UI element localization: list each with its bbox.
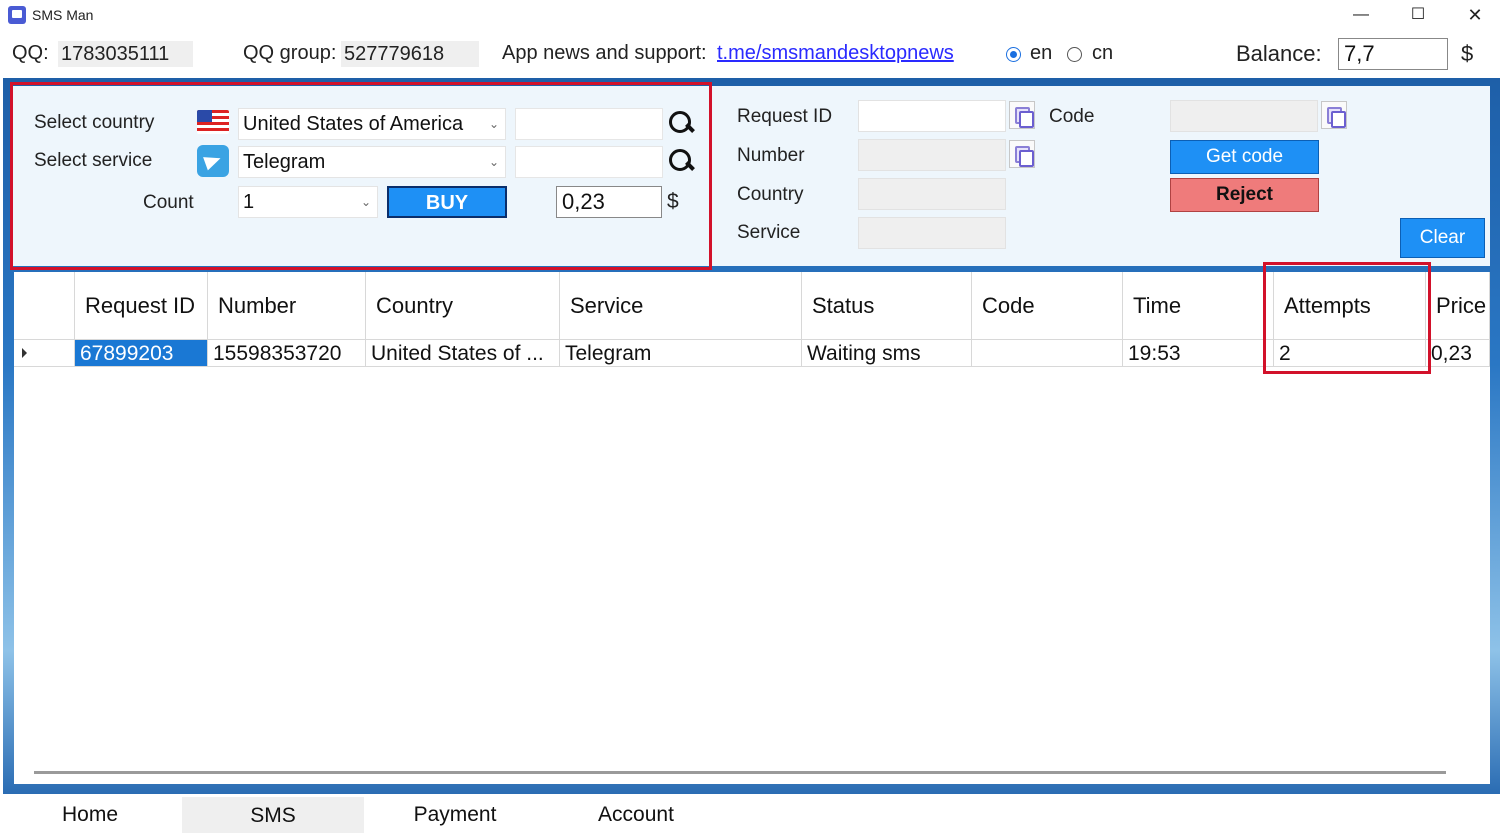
row-header-column xyxy=(14,272,75,340)
column-header-service[interactable]: Service xyxy=(560,272,802,340)
cell-time[interactable]: 19:53 xyxy=(1123,340,1274,367)
app-icon xyxy=(8,6,26,24)
request-id-label: Request ID xyxy=(737,106,833,127)
maximize-button[interactable]: ☐ xyxy=(1395,2,1441,28)
horizontal-scrollbar[interactable] xyxy=(34,771,1446,774)
close-button[interactable]: ✕ xyxy=(1452,2,1498,28)
lang-cn-radio[interactable] xyxy=(1067,47,1082,62)
balance-currency: $ xyxy=(1461,41,1474,66)
lang-en-radio[interactable] xyxy=(1006,47,1021,62)
tab-home[interactable]: Home xyxy=(0,796,180,833)
column-header-number[interactable]: Number xyxy=(208,272,366,340)
lang-cn-label[interactable]: cn xyxy=(1092,42,1113,65)
country-field xyxy=(858,178,1006,210)
balance-field: 7,7 xyxy=(1338,38,1448,70)
highlight-attempts-column xyxy=(1263,262,1431,374)
get-code-button[interactable]: Get code xyxy=(1170,140,1319,174)
news-link[interactable]: t.me/smsmandesktopnews xyxy=(717,42,954,65)
tab-account[interactable]: Account xyxy=(546,796,726,833)
request-id-field[interactable] xyxy=(858,100,1006,132)
cell-request-id[interactable]: 67899203 xyxy=(75,340,208,367)
news-label: App news and support: xyxy=(502,42,707,64)
column-header-code[interactable]: Code xyxy=(972,272,1123,340)
cell-code[interactable] xyxy=(972,340,1123,367)
number-label: Number xyxy=(737,145,805,166)
code-label: Code xyxy=(1049,106,1095,127)
country-label: Country xyxy=(737,184,804,205)
tab-sms[interactable]: SMS xyxy=(182,797,364,833)
qq-label: QQ: xyxy=(12,42,49,64)
column-header-price[interactable]: Price xyxy=(1426,272,1490,340)
highlight-buy-panel xyxy=(10,82,712,270)
copy-icon[interactable] xyxy=(1321,101,1347,129)
reject-button[interactable]: Reject xyxy=(1170,178,1319,212)
column-header-country[interactable]: Country xyxy=(366,272,560,340)
cell-country[interactable]: United States of ... xyxy=(366,340,560,367)
tab-payment[interactable]: Payment xyxy=(366,796,544,833)
qq-group-value: 527779618 xyxy=(341,41,479,67)
cell-service[interactable]: Telegram xyxy=(560,340,802,367)
qq-value: 1783035111 xyxy=(58,41,193,67)
minimize-button[interactable]: — xyxy=(1338,2,1384,28)
balance-label: Balance: xyxy=(1236,41,1322,66)
number-field xyxy=(858,139,1006,171)
cell-price[interactable]: 0,23 xyxy=(1426,340,1490,367)
service-label: Service xyxy=(737,222,801,243)
service-field xyxy=(858,217,1006,249)
copy-icon[interactable] xyxy=(1009,101,1035,129)
column-header-status[interactable]: Status xyxy=(802,272,972,340)
app-title: SMS Man xyxy=(32,7,94,23)
title-bar: SMS Man — ☐ ✕ xyxy=(0,0,1500,30)
copy-icon[interactable] xyxy=(1009,140,1035,168)
row-pointer-icon xyxy=(22,348,27,358)
code-field xyxy=(1170,100,1318,132)
cell-number[interactable]: 15598353720 xyxy=(208,340,366,367)
clear-button[interactable]: Clear xyxy=(1400,218,1485,258)
cell-status[interactable]: Waiting sms xyxy=(802,340,972,367)
column-header-time[interactable]: Time xyxy=(1123,272,1274,340)
qq-group-label: QQ group: xyxy=(243,42,337,64)
lang-en-label[interactable]: en xyxy=(1030,42,1052,65)
column-header-request-id[interactable]: Request ID xyxy=(75,272,208,340)
